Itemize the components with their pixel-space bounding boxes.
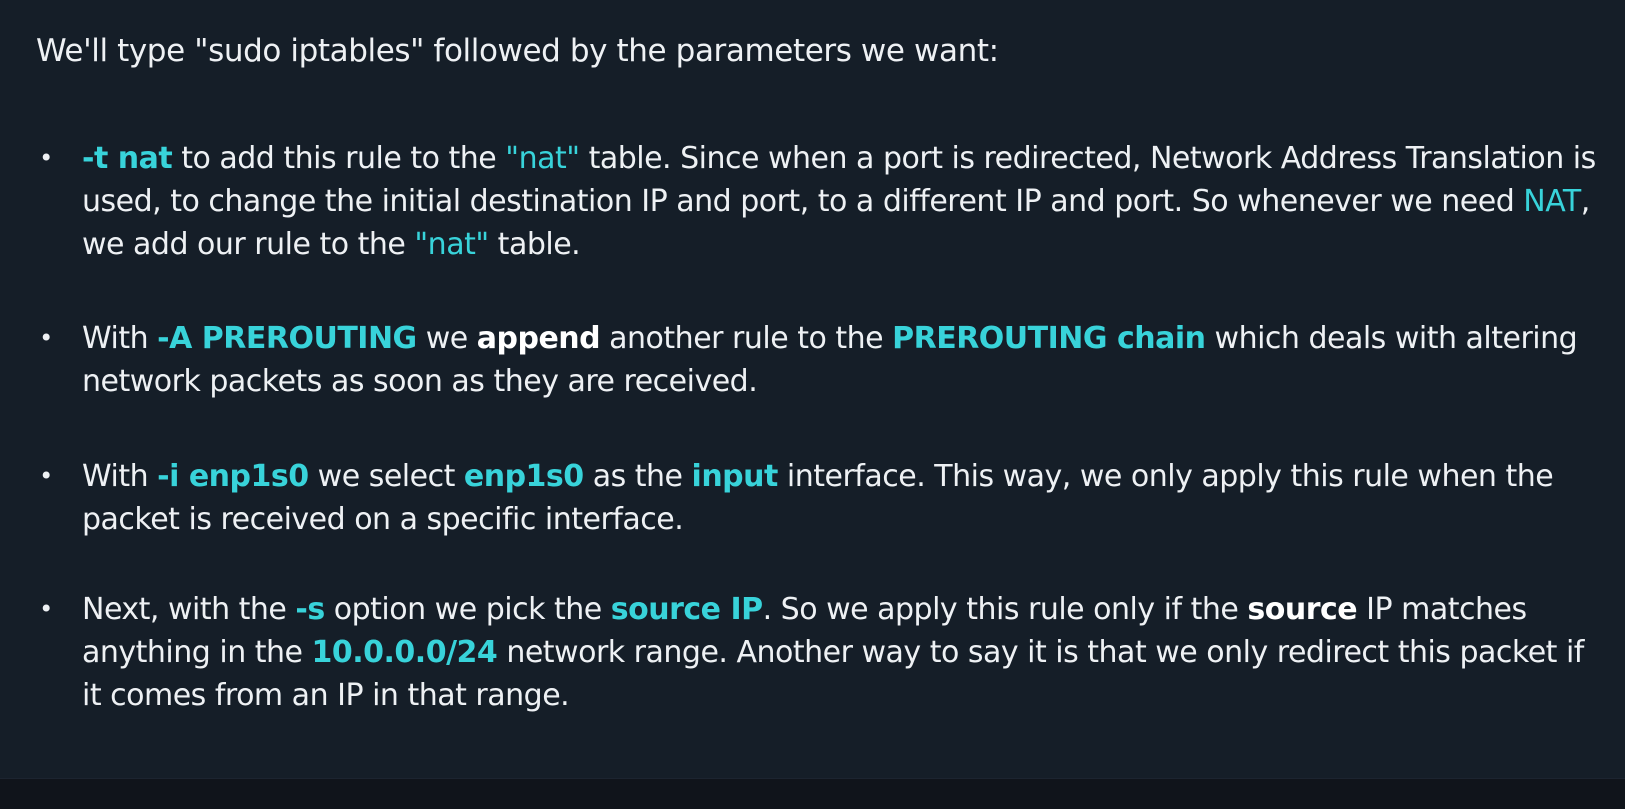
bullet-dot: • [39, 462, 53, 490]
text-segment: With [82, 459, 158, 494]
text-segment: we [416, 321, 477, 356]
text-segment: option we pick the [324, 592, 611, 627]
bullet-dot: • [39, 144, 53, 172]
nat-table-name: "nat" [505, 141, 580, 176]
input-term: input [691, 459, 779, 494]
option-a-prerouting: -A PREROUTING [157, 321, 417, 356]
option-i-enp1s0: -i enp1s0 [157, 459, 309, 494]
list-item-t-nat: • -t nat to add this rule to the "nat" t… [39, 137, 1602, 266]
intro-text: We'll type "sudo iptables" followed by t… [36, 33, 999, 69]
network-range: 10.0.0.0/24 [311, 635, 498, 670]
text-segment: . So we apply this rule only if the [762, 592, 1248, 627]
prerouting-chain-term: PREROUTING chain [892, 321, 1206, 356]
bullet-dot: • [39, 595, 53, 623]
text-segment: table. [488, 227, 581, 262]
option-t-nat: -t nat [82, 141, 173, 176]
text-segment: With [82, 321, 158, 356]
interface-name: enp1s0 [463, 459, 584, 494]
text-segment: as the [583, 459, 692, 494]
source-ip-term: source IP [610, 592, 763, 627]
option-s: -s [295, 592, 325, 627]
list-item-prerouting: • With -A PREROUTING we append another r… [39, 317, 1602, 403]
list-item-source-ip: • Next, with the -s option we pick the s… [39, 588, 1602, 717]
text-segment: Next, with the [82, 592, 296, 627]
bottom-bar [0, 778, 1625, 809]
text-segment: to add this rule to the [172, 141, 506, 176]
text-segment: we select [308, 459, 464, 494]
list-item-input-interface: • With -i enp1s0 we select enp1s0 as the… [39, 455, 1602, 541]
nat-term: NAT [1523, 184, 1581, 219]
nat-table-name: "nat" [414, 227, 489, 262]
bullet-dot: • [39, 324, 53, 352]
text-segment: another rule to the [600, 321, 893, 356]
source-term: source [1247, 592, 1358, 627]
append-term: append [476, 321, 601, 356]
slide-content: We'll type "sudo iptables" followed by t… [0, 0, 1625, 778]
